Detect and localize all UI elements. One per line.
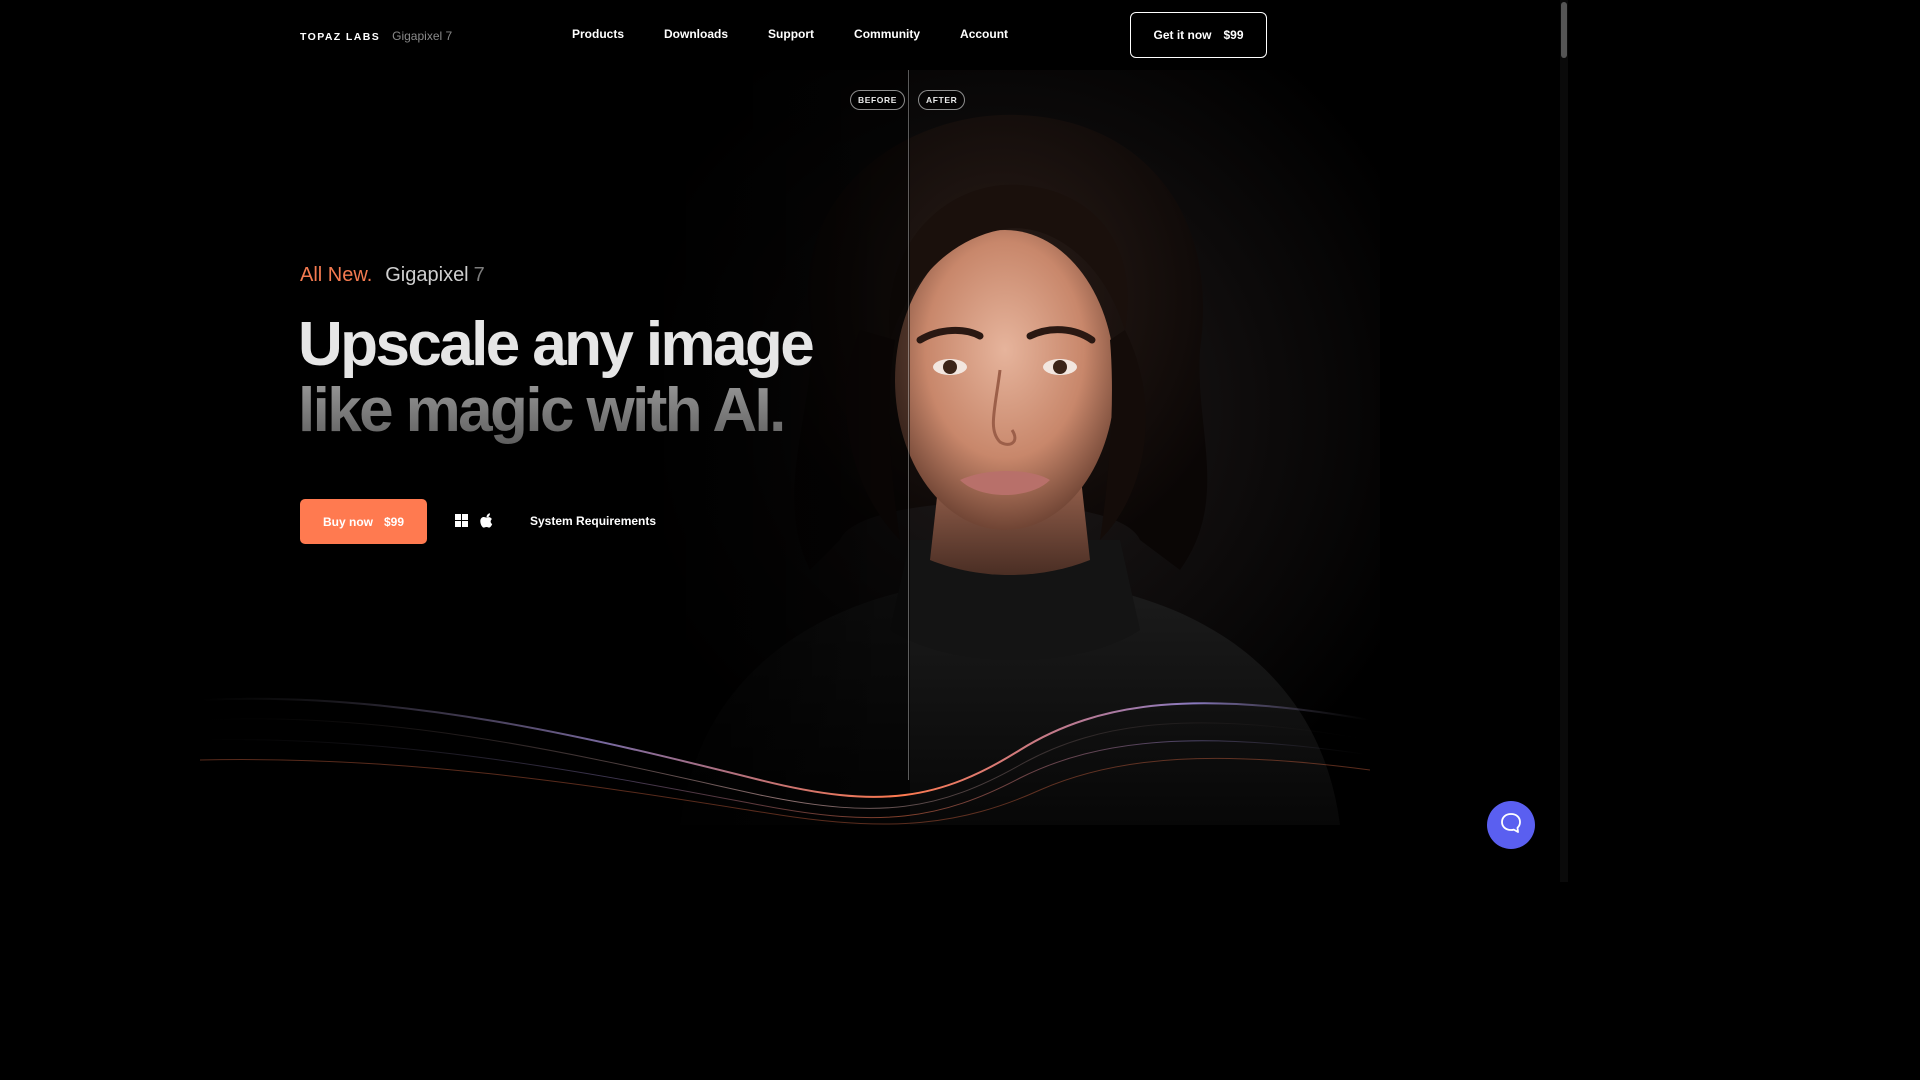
nav-support[interactable]: Support: [768, 27, 814, 41]
buy-now-price: $99: [383, 514, 405, 529]
get-it-now-price: $99: [1223, 28, 1244, 42]
system-requirements-link[interactable]: System Requirements: [530, 514, 656, 528]
headline-line-1: Upscale any image: [298, 310, 815, 379]
hero-headline: Upscale any image like magic with AI.: [298, 310, 815, 444]
buy-now-label: Buy now: [322, 514, 373, 529]
get-it-now-button[interactable]: Get it now $99: [1130, 12, 1267, 58]
os-icons: [455, 513, 493, 533]
nav-products[interactable]: Products: [572, 27, 624, 41]
eyebrow-new: All New.: [300, 264, 373, 286]
hero-eyebrow: All New. Gigapixel 7: [300, 264, 485, 287]
decorative-wave: [200, 697, 1370, 825]
scrollbar-thumb[interactable]: [1561, 2, 1567, 58]
nav-account[interactable]: Account: [960, 27, 1008, 41]
eyebrow-version: 7: [473, 264, 485, 286]
windows-icon: [455, 514, 468, 532]
nav-community[interactable]: Community: [854, 27, 920, 41]
site-header: TOPAZ LABS Gigapixel 7 Products Download…: [0, 0, 1568, 70]
scrollbar-track[interactable]: [1560, 0, 1568, 882]
main-nav: Products Downloads Support Community Acc…: [572, 27, 1008, 41]
before-label: BEFORE: [850, 90, 906, 110]
chat-launcher-button[interactable]: [1487, 801, 1535, 849]
product-name: Gigapixel 7: [392, 29, 453, 43]
apple-icon: [480, 513, 493, 533]
eyebrow-product: Gigapixel: [385, 264, 469, 286]
chat-icon: [1500, 812, 1522, 839]
before-after-divider[interactable]: [908, 70, 909, 780]
nav-downloads[interactable]: Downloads: [664, 27, 728, 41]
after-label: AFTER: [918, 90, 966, 110]
brand-logo[interactable]: TOPAZ LABS: [300, 31, 380, 43]
headline-line-2: like magic with AI.: [298, 378, 812, 444]
buy-now-button[interactable]: Buy now $99: [300, 499, 427, 544]
brand[interactable]: TOPAZ LABS Gigapixel 7: [300, 29, 452, 43]
get-it-now-label: Get it now: [1153, 28, 1212, 42]
